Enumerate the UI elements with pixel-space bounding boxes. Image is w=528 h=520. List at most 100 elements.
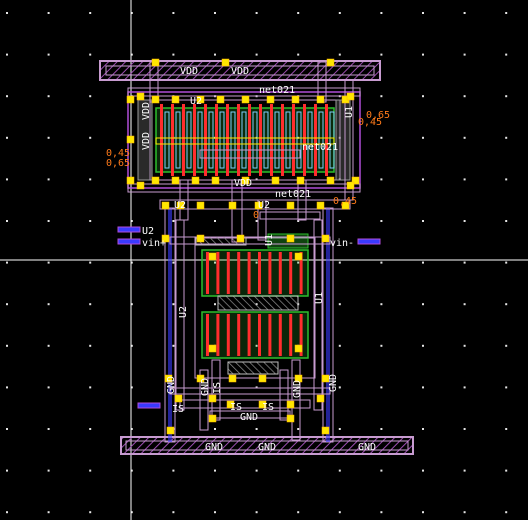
u2-label-mid: U2 (174, 200, 186, 211)
grid-dot (6, 178, 8, 181)
grid-dot (422, 303, 424, 306)
layout-view[interactable]: VDD VDD U2 net021 net021 VDD net021 U2 U… (0, 0, 528, 520)
grid-dot (89, 469, 92, 472)
grid-dot (505, 428, 508, 430)
grid-dot (172, 303, 175, 306)
contact-square (228, 201, 237, 210)
grid-dot (338, 303, 341, 306)
grid-dot (214, 511, 216, 514)
grid-dot (89, 386, 92, 389)
grid-dot (463, 136, 466, 139)
grid-dot (6, 344, 8, 347)
grid-dot (505, 344, 508, 347)
grid-dot (422, 53, 424, 56)
vin-plus-label: vin+ (142, 238, 166, 249)
grid-dot (89, 136, 92, 139)
gnd-label-v1: GND (166, 376, 177, 394)
contact-square (286, 400, 295, 409)
grid-dot (463, 261, 466, 264)
grid-dot (505, 53, 508, 56)
grid-dot (214, 428, 216, 430)
pmos-gate-finger (292, 104, 295, 176)
gnd-label-v4: GND (292, 380, 303, 398)
grid-dot (380, 386, 383, 389)
grid-dot (463, 12, 466, 14)
nmos-gate-finger (216, 314, 220, 356)
vdd-label-left-b: VDD (141, 102, 152, 120)
grid-dot (338, 12, 341, 14)
contact-square (151, 95, 160, 104)
pmos-gate-finger (182, 104, 185, 176)
grid-dot (89, 261, 92, 264)
u2-label-right: U2 (258, 200, 270, 211)
grid-dot (463, 386, 466, 389)
contact-square (286, 201, 295, 210)
grid-dot (338, 428, 341, 430)
contact-square (236, 234, 245, 243)
pmos-gate-finger (314, 104, 317, 176)
grid-dot (47, 95, 50, 98)
contact-square (151, 176, 160, 185)
contact-square (321, 426, 330, 435)
pmos-gate-finger (270, 104, 273, 176)
grid-dot (47, 428, 50, 430)
grid-dot (6, 53, 8, 56)
grid-dot (172, 261, 175, 264)
pmos-gate-finger (215, 104, 218, 176)
grid-dot (297, 469, 300, 472)
gnd-label-v3: GND (328, 374, 339, 392)
contact-square (228, 374, 237, 383)
grid-dot (6, 261, 8, 264)
grid-dot (338, 220, 341, 222)
contact-square (271, 176, 280, 185)
grid-dot (463, 428, 466, 430)
grid-dot (463, 303, 466, 306)
nmos-gate-finger (247, 252, 251, 294)
pmos-array[interactable] (127, 91, 361, 189)
grid-dot (505, 386, 508, 389)
contact-square (221, 58, 230, 67)
gnd-label-rail-2: GND (258, 442, 276, 453)
nmos-gate-finger (226, 314, 230, 356)
net021-label-mid2: net021 (275, 189, 311, 200)
contact-square (174, 394, 183, 403)
grid-dot (422, 469, 424, 472)
is-label-1: IS (172, 404, 184, 415)
grid-dot (172, 511, 175, 514)
grid-dot (6, 386, 8, 389)
grid-dot (505, 178, 508, 181)
nmos-gate-finger (206, 252, 209, 294)
grid-dot (214, 53, 216, 56)
dim-label-0-mid: 0 (253, 210, 259, 221)
vdd-label-left-a: VDD (141, 132, 152, 150)
grid-dot (47, 136, 50, 139)
u2-label-left: U2 (142, 226, 154, 237)
grid-dot (463, 220, 466, 222)
contact-square (126, 135, 135, 144)
nmos-gate-finger (258, 314, 261, 356)
grid-dot (255, 511, 258, 514)
contact-square (316, 394, 325, 403)
grid-dot (89, 344, 92, 347)
contact-square (171, 95, 180, 104)
u2-label-vertical: U2 (178, 306, 189, 318)
pmos-gate-finger (237, 104, 240, 176)
grid-dot (89, 220, 92, 222)
grid-dot (422, 261, 424, 264)
u1-label-vertical: U1 (314, 292, 325, 304)
vdd-label-1: VDD (180, 66, 198, 77)
pmos-gate-finger (193, 104, 196, 176)
grid-dot (214, 12, 216, 14)
contact-square (291, 95, 300, 104)
nmos-gate-finger (268, 314, 272, 356)
layout-canvas[interactable]: VDD VDD U2 net021 net021 VDD net021 U2 U… (0, 0, 528, 520)
pmos-gate-finger (171, 104, 174, 176)
grid-dot (422, 178, 424, 181)
grid-dot (89, 95, 92, 98)
grid-dot (47, 12, 50, 14)
grid-dot (89, 303, 92, 306)
pmos-gate-finger (204, 104, 207, 176)
pmos-gate-finger (303, 104, 306, 176)
grid-dot (380, 12, 383, 14)
grid-dot (505, 95, 508, 98)
